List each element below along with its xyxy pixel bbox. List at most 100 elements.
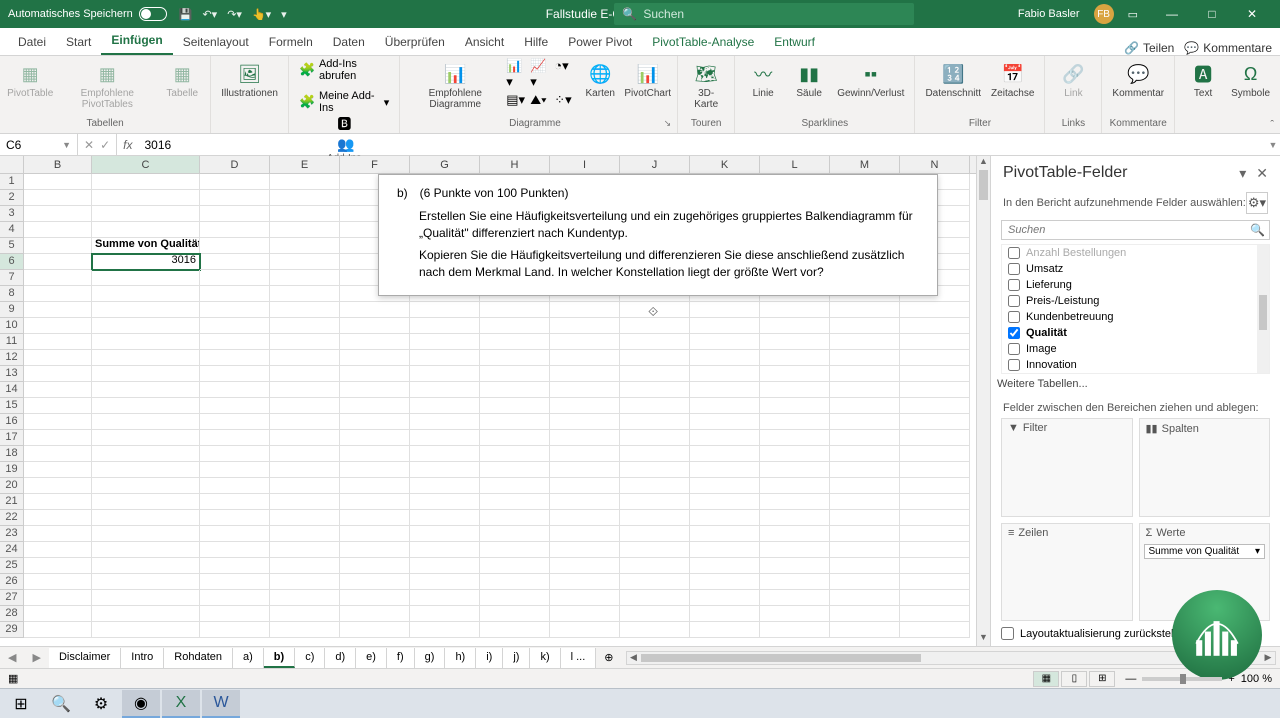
cell-F19[interactable] — [340, 462, 410, 478]
sparkline-column-button[interactable]: ▮▮Säule — [787, 58, 831, 101]
cell-B5[interactable] — [24, 238, 92, 254]
row-header-16[interactable]: 16 — [0, 414, 24, 430]
cell-D25[interactable] — [200, 558, 270, 574]
cell-F13[interactable] — [340, 366, 410, 382]
cell-H29[interactable] — [480, 622, 550, 638]
hscroll-left-icon[interactable]: ◀ — [627, 652, 641, 664]
cell-L18[interactable] — [760, 446, 830, 462]
cell-G20[interactable] — [410, 478, 480, 494]
cell-G19[interactable] — [410, 462, 480, 478]
cell-F9[interactable] — [340, 302, 410, 318]
autosave-toggle[interactable] — [139, 7, 167, 21]
cell-H24[interactable] — [480, 542, 550, 558]
hscroll-right-icon[interactable]: ▶ — [1261, 652, 1275, 664]
cell-K23[interactable] — [690, 526, 760, 542]
cell-N18[interactable] — [900, 446, 970, 462]
cell-M24[interactable] — [830, 542, 900, 558]
cell-K29[interactable] — [690, 622, 760, 638]
cell-H14[interactable] — [480, 382, 550, 398]
sheet-nav-prev[interactable]: ◀ — [0, 651, 24, 664]
zoom-out-button[interactable]: — — [1125, 673, 1136, 685]
cell-B4[interactable] — [24, 222, 92, 238]
cell-F29[interactable] — [340, 622, 410, 638]
share-button[interactable]: 🔗 Teilen — [1124, 41, 1174, 55]
sheet-tab-Disclaimer[interactable]: Disclaimer — [49, 648, 121, 668]
cell-E8[interactable] — [270, 286, 340, 302]
field-checkbox[interactable] — [1008, 295, 1020, 307]
cell-J15[interactable] — [620, 398, 690, 414]
sheet-nav-next[interactable]: ▶ — [24, 651, 48, 664]
cell-J24[interactable] — [620, 542, 690, 558]
cell-B24[interactable] — [24, 542, 92, 558]
cell-M29[interactable] — [830, 622, 900, 638]
field-checkbox[interactable] — [1008, 247, 1020, 259]
more-tables-link[interactable]: Weitere Tabellen... — [991, 374, 1280, 394]
sparkline-line-button[interactable]: 〰Linie — [741, 58, 785, 101]
cell-E24[interactable] — [270, 542, 340, 558]
cell-K28[interactable] — [690, 606, 760, 622]
cell-E27[interactable] — [270, 590, 340, 606]
cell-C6[interactable]: 3016 — [92, 254, 200, 270]
timeline-button[interactable]: 📅Zeitachse — [987, 58, 1038, 101]
user-avatar[interactable]: FB — [1094, 4, 1114, 24]
cell-E19[interactable] — [270, 462, 340, 478]
row-header-28[interactable]: 28 — [0, 606, 24, 622]
cell-B3[interactable] — [24, 206, 92, 222]
cell-L25[interactable] — [760, 558, 830, 574]
username[interactable]: Fabio Basler — [1018, 8, 1080, 20]
cell-B8[interactable] — [24, 286, 92, 302]
cell-L15[interactable] — [760, 398, 830, 414]
cell-K25[interactable] — [690, 558, 760, 574]
sheet-tab-a[interactable]: a) — [233, 648, 264, 668]
cell-D9[interactable] — [200, 302, 270, 318]
cell-G16[interactable] — [410, 414, 480, 430]
cell-D23[interactable] — [200, 526, 270, 542]
cell-M22[interactable] — [830, 510, 900, 526]
row-header-20[interactable]: 20 — [0, 478, 24, 494]
field-search-box[interactable]: 🔍 — [1001, 220, 1270, 240]
panel-dropdown-icon[interactable]: ▾ — [1239, 165, 1246, 182]
cell-L12[interactable] — [760, 350, 830, 366]
sheet-tab-i[interactable]: i) — [476, 648, 503, 668]
cell-I23[interactable] — [550, 526, 620, 542]
cell-D15[interactable] — [200, 398, 270, 414]
sparkline-winloss-button[interactable]: ▪▪Gewinn/Verlust — [833, 58, 908, 101]
cell-H27[interactable] — [480, 590, 550, 606]
cell-D4[interactable] — [200, 222, 270, 238]
cell-F24[interactable] — [340, 542, 410, 558]
cell-K17[interactable] — [690, 430, 760, 446]
cell-L26[interactable] — [760, 574, 830, 590]
cell-C29[interactable] — [92, 622, 200, 638]
col-header-G[interactable]: G — [410, 156, 480, 173]
cell-J12[interactable] — [620, 350, 690, 366]
cell-M16[interactable] — [830, 414, 900, 430]
cell-I29[interactable] — [550, 622, 620, 638]
cell-E1[interactable] — [270, 174, 340, 190]
field-qualitt[interactable]: Qualität — [1002, 325, 1269, 341]
cell-H12[interactable] — [480, 350, 550, 366]
cell-I28[interactable] — [550, 606, 620, 622]
cell-B16[interactable] — [24, 414, 92, 430]
row-header-2[interactable]: 2 — [0, 190, 24, 206]
vertical-scrollbar[interactable]: ▲ ▼ — [976, 156, 990, 646]
pivotchart-button[interactable]: 📊PivotChart — [624, 58, 671, 101]
cell-I11[interactable] — [550, 334, 620, 350]
cell-C27[interactable] — [92, 590, 200, 606]
cell-I14[interactable] — [550, 382, 620, 398]
cell-H11[interactable] — [480, 334, 550, 350]
cell-M19[interactable] — [830, 462, 900, 478]
col-header-C[interactable]: C — [92, 156, 200, 173]
col-header-D[interactable]: D — [200, 156, 270, 173]
cell-M26[interactable] — [830, 574, 900, 590]
sheet-tab-d[interactable]: d) — [325, 648, 356, 668]
defer-layout-checkbox[interactable] — [1001, 627, 1014, 640]
cell-D16[interactable] — [200, 414, 270, 430]
row-header-7[interactable]: 7 — [0, 270, 24, 286]
cell-H13[interactable] — [480, 366, 550, 382]
fx-icon[interactable]: fx — [117, 138, 138, 152]
ribbon-mode-icon[interactable]: ▭ — [1128, 8, 1138, 21]
tab-ansicht[interactable]: Ansicht — [455, 29, 514, 55]
cell-C5[interactable]: Summe von Qualität — [92, 238, 200, 254]
cell-J26[interactable] — [620, 574, 690, 590]
cell-F28[interactable] — [340, 606, 410, 622]
